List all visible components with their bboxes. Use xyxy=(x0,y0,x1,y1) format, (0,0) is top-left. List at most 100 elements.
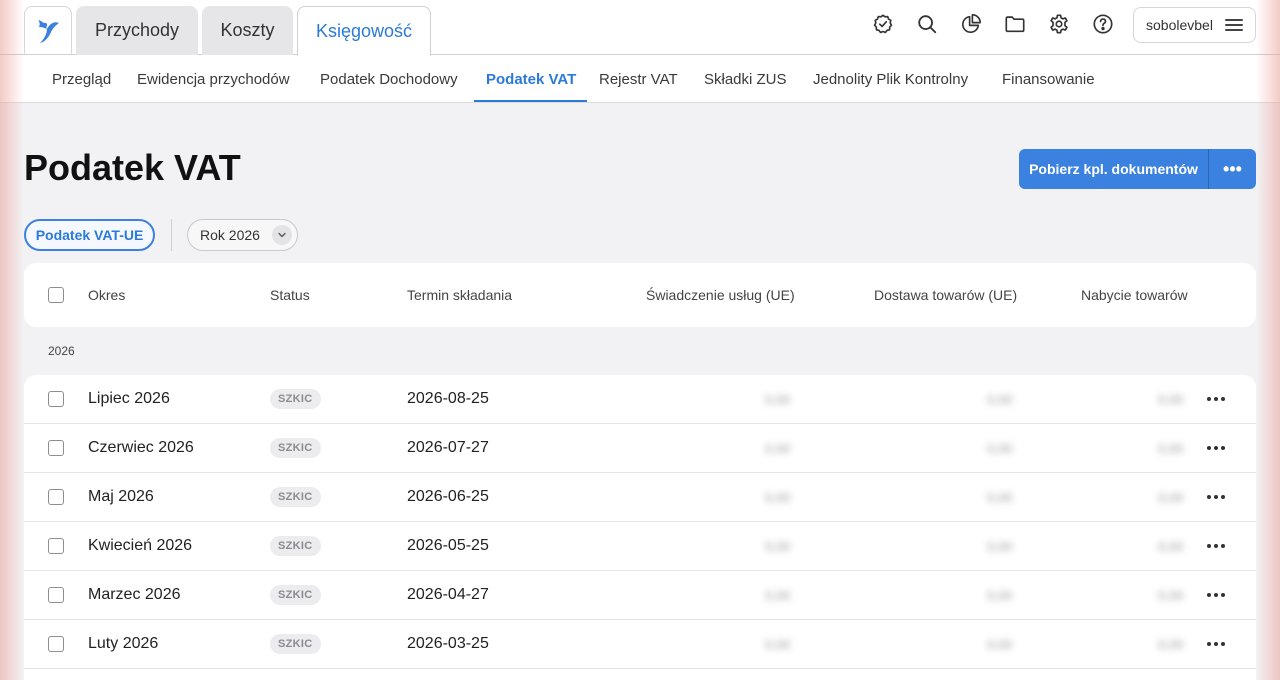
help-icon[interactable] xyxy=(1091,12,1115,36)
row-value-services: 0,00 xyxy=(765,636,791,652)
column-header-nabycie-towarow[interactable]: Nabycie towarów xyxy=(1081,263,1188,327)
subnav-rejestr-vat[interactable]: Rejestr VAT xyxy=(599,55,678,103)
row-more-icon[interactable] xyxy=(1204,487,1228,507)
row-period: Kwiecień 2026 xyxy=(88,537,193,554)
row-value-services: 0,00 xyxy=(765,440,791,456)
page-title: Podatek VAT xyxy=(24,147,241,188)
row-value-services: 0,00 xyxy=(765,587,791,603)
status-badge: SZKIC xyxy=(270,389,321,409)
more-options-button[interactable]: ••• xyxy=(1209,149,1256,189)
row-value-services: 0,00 xyxy=(765,489,791,505)
row-deadline: 2026-05-25 xyxy=(407,537,489,554)
select-all-checkbox[interactable] xyxy=(48,287,64,303)
row-value-goods-delivery: 0,00 xyxy=(987,440,1013,456)
row-deadline: 2026-06-25 xyxy=(407,488,489,505)
row-checkbox[interactable] xyxy=(48,538,64,554)
status-cell: SZKIC xyxy=(270,424,321,472)
row-value-services: 0,00 xyxy=(765,538,791,554)
active-tab-indicator xyxy=(474,100,587,102)
status-cell: SZKIC xyxy=(270,571,321,619)
row-value-goods-delivery: 0,00 xyxy=(987,587,1013,603)
filter-chip-vat-ue[interactable]: Podatek VAT-UE xyxy=(24,219,155,251)
subnav-skladki-zus[interactable]: Składki ZUS xyxy=(704,55,787,103)
app-logo[interactable] xyxy=(24,6,72,54)
row-more-icon[interactable] xyxy=(1204,536,1228,556)
filter-divider xyxy=(171,219,172,251)
row-value-goods-acquisition: 0,00 xyxy=(1158,587,1184,603)
row-checkbox[interactable] xyxy=(48,636,64,652)
column-header-status[interactable]: Status xyxy=(270,263,310,327)
status-cell: SZKIC xyxy=(270,522,321,570)
status-badge: SZKIC xyxy=(270,487,321,507)
group-label-year: 2026 xyxy=(48,344,75,358)
row-more-icon[interactable] xyxy=(1204,634,1228,654)
year-select-value: Rok 2026 xyxy=(200,227,260,243)
logo-icon xyxy=(38,19,59,43)
subnav-podatek-vat[interactable]: Podatek VAT xyxy=(486,55,576,103)
subnav-jpk[interactable]: Jednolity Plik Kontrolny xyxy=(813,55,968,103)
table-body: Lipiec 2026 SZKIC 2026-08-25 0,00 0,00 0… xyxy=(24,375,1256,680)
username-label: sobolevbel xyxy=(1146,17,1213,33)
row-deadline: 2026-07-27 xyxy=(407,439,489,456)
status-badge: SZKIC xyxy=(270,438,321,458)
table-row[interactable]: Maj 2026 SZKIC 2026-06-25 0,00 0,00 0,00 xyxy=(24,473,1256,522)
table-row[interactable]: Marzec 2026 SZKIC 2026-04-27 0,00 0,00 0… xyxy=(24,571,1256,620)
tab-koszty[interactable]: Koszty xyxy=(202,6,293,55)
pie-chart-icon[interactable] xyxy=(959,12,983,36)
status-cell: SZKIC xyxy=(270,620,321,668)
row-value-goods-acquisition: 0,00 xyxy=(1158,489,1184,505)
column-header-swiadczenie-uslug[interactable]: Świadczenie usług (UE) xyxy=(646,263,795,327)
subnav-przeglad[interactable]: Przegląd xyxy=(52,55,111,103)
row-value-services: 0,00 xyxy=(765,391,791,407)
subnav-ewidencja-przychodow[interactable]: Ewidencja przychodów xyxy=(137,55,290,103)
folder-icon[interactable] xyxy=(1003,12,1027,36)
row-period: Maj 2026 xyxy=(88,488,154,505)
table-header: Okres Status Termin składania Świadczeni… xyxy=(24,263,1256,327)
settings-icon[interactable] xyxy=(1047,12,1071,36)
row-value-goods-acquisition: 0,00 xyxy=(1158,538,1184,554)
table-row[interactable]: Czerwiec 2026 SZKIC 2026-07-27 0,00 0,00… xyxy=(24,424,1256,473)
download-documents-button[interactable]: Pobierz kpl. dokumentów xyxy=(1019,149,1208,189)
row-deadline: 2026-04-27 xyxy=(407,586,489,603)
row-period: Lipiec 2026 xyxy=(88,390,170,407)
top-bar: Przychody Koszty Księgowość sobolevbel xyxy=(0,0,1280,56)
badge-check-icon[interactable] xyxy=(871,12,895,36)
row-value-goods-delivery: 0,00 xyxy=(987,636,1013,652)
status-cell: SZKIC xyxy=(270,473,321,521)
column-header-okres[interactable]: Okres xyxy=(88,263,125,327)
tab-ksiegowosc[interactable]: Księgowość xyxy=(297,6,431,56)
row-period: Czerwiec 2026 xyxy=(88,439,194,456)
column-header-dostawa-towarow[interactable]: Dostawa towarów (UE) xyxy=(874,263,1017,327)
subnav-podatek-dochodowy[interactable]: Podatek Dochodowy xyxy=(320,55,458,103)
row-more-icon[interactable] xyxy=(1204,585,1228,605)
table-row[interactable]: Kwiecień 2026 SZKIC 2026-05-25 0,00 0,00… xyxy=(24,522,1256,571)
row-period: Luty 2026 xyxy=(88,635,159,652)
status-badge: SZKIC xyxy=(270,536,321,556)
table-row[interactable]: Lipiec 2026 SZKIC 2026-08-25 0,00 0,00 0… xyxy=(24,375,1256,424)
row-more-icon[interactable] xyxy=(1204,389,1228,409)
row-checkbox[interactable] xyxy=(48,489,64,505)
row-value-goods-delivery: 0,00 xyxy=(987,538,1013,554)
subnav-finansowanie[interactable]: Finansowanie xyxy=(1002,55,1095,103)
row-value-goods-delivery: 0,00 xyxy=(987,391,1013,407)
column-header-termin[interactable]: Termin składania xyxy=(407,263,512,327)
row-more-icon[interactable] xyxy=(1204,438,1228,458)
user-menu-button[interactable]: sobolevbel xyxy=(1133,7,1256,43)
row-period: Marzec 2026 xyxy=(88,586,181,603)
row-deadline: 2026-08-25 xyxy=(407,390,489,407)
menu-icon xyxy=(1225,19,1243,31)
table-row[interactable]: Luty 2026 SZKIC 2026-03-25 0,00 0,00 0,0… xyxy=(24,620,1256,669)
row-checkbox[interactable] xyxy=(48,440,64,456)
status-badge: SZKIC xyxy=(270,585,321,605)
row-checkbox[interactable] xyxy=(48,391,64,407)
row-value-goods-acquisition: 0,00 xyxy=(1158,636,1184,652)
download-documents-split-button: Pobierz kpl. dokumentów ••• xyxy=(1019,149,1256,189)
search-icon[interactable] xyxy=(915,12,939,36)
row-value-goods-delivery: 0,00 xyxy=(987,489,1013,505)
status-badge: SZKIC xyxy=(270,634,321,654)
tab-przychody[interactable]: Przychody xyxy=(76,6,198,55)
sub-navigation: Przegląd Ewidencja przychodów Podatek Do… xyxy=(0,55,1280,103)
row-checkbox[interactable] xyxy=(48,587,64,603)
row-value-goods-acquisition: 0,00 xyxy=(1158,440,1184,456)
year-select[interactable]: Rok 2026 xyxy=(187,219,298,251)
